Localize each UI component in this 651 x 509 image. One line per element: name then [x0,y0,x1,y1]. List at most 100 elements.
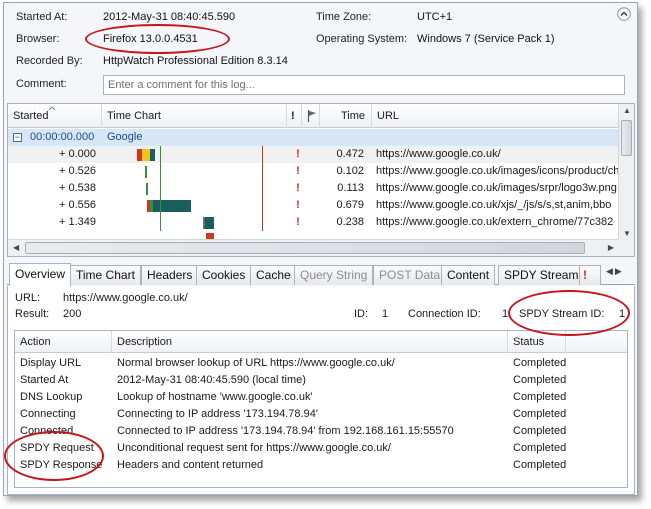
row-url: https://www.google.co.uk/extern_chrome/7… [376,216,614,228]
request-row[interactable]: + 0.526 ! 0.102 https://www.google.co.uk… [8,163,618,180]
row-start: + 0.556 [58,199,96,211]
page-load-line [262,197,263,214]
tab-overflow[interactable]: ! [579,265,601,285]
row-status: Completed [513,425,567,437]
tab-scroll-right-icon[interactable]: ▶ [615,266,622,276]
comment-label: Comment: [16,78,67,90]
spdy-stream-id-highlight-ellipse [508,290,630,336]
table-row[interactable]: Started At 2012-May-31 08:40:45.590 (loc… [15,372,627,389]
sort-ascending-icon [48,106,56,111]
time-chart-cell [102,146,281,163]
started-at-value: 2012-May-31 08:40:45.590 [103,11,236,23]
row-description: Unconditional request sent for https://w… [117,442,391,454]
flag-icon [307,110,316,122]
column-description[interactable]: Description [112,331,508,353]
row-description: Lookup of hostname 'www.google.co.uk' [117,391,313,403]
row-start: + 0.000 [58,148,96,160]
dom-loaded-line [160,180,161,197]
time-chart-cell [102,197,281,214]
tab-cookies[interactable]: Cookies [196,265,252,285]
time-chart-cell [102,214,281,231]
timing-bar-receive [150,149,155,161]
table-row[interactable]: SPDY Request Unconditional request sent … [15,440,627,457]
time-chart-cell [102,180,281,197]
tab-query-string[interactable]: Query String [294,265,374,285]
group-row-google[interactable]: − 00:00:00.000 Google [8,129,618,146]
collapse-icon[interactable]: − [13,133,22,142]
dom-loaded-line [160,197,161,214]
row-time: 0.472 [336,148,364,160]
url-label: URL: [15,292,41,304]
os-value: Windows 7 (Service Pack 1) [417,33,555,45]
row-description: Headers and content returned [117,459,264,471]
warning-icon: ! [296,165,300,177]
warning-icon: ! [296,199,300,211]
recorded-by-value: HttpWatch Professional Edition 8.3.14 [103,55,288,67]
column-started[interactable]: Started [8,104,102,128]
warning-icon: ! [296,148,300,160]
row-status: Completed [513,459,567,471]
tab-spdy-stream[interactable]: SPDY Stream [498,265,585,285]
row-url: https://www.google.co.uk/xjs/_/js/s/s,st… [376,199,612,211]
warning-tab-icon: ! [583,268,587,282]
spdy-actions-highlight-ellipse [4,431,104,481]
scroll-up-icon[interactable]: ▲ [623,106,631,115]
row-start: + 0.538 [58,182,96,194]
warning-icon: ! [296,182,300,194]
tab-headers[interactable]: Headers [141,265,199,285]
scroll-down-icon[interactable]: ▼ [623,229,631,238]
tab-scroll-arrows[interactable]: ◀ ▶ [606,266,630,282]
browser-highlight-ellipse [85,24,230,54]
column-time[interactable]: Time [320,104,372,128]
table-row[interactable]: SPDY Response Headers and content return… [15,457,627,474]
timing-bar-receive [153,200,191,212]
scroll-left-icon[interactable]: ◀ [13,243,19,252]
table-row[interactable]: Connected Connected to IP address '173.1… [15,423,627,440]
row-time: 0.238 [336,216,364,228]
time-zone-value: UTC+1 [417,11,453,23]
request-row[interactable]: + 1.349 ! 0.238 https://www.google.co.uk… [8,214,618,231]
column-time-chart[interactable]: Time Chart [102,104,287,128]
table-row[interactable]: Connecting Connecting to IP address '173… [15,406,627,423]
column-action[interactable]: Action [15,331,112,353]
tab-content[interactable]: Content [441,265,496,285]
grid-horizontal-scrollbar[interactable]: ◀ ▶ [8,239,618,256]
horizontal-scroll-thumb[interactable] [25,242,585,254]
table-row[interactable]: Display URL Normal browser lookup of URL… [15,355,627,372]
vertical-scroll-thumb[interactable] [621,120,632,156]
tab-post-data[interactable]: POST Data [373,265,447,285]
detail-tabs: Overview Time Chart Headers Cookies Cach… [7,263,635,286]
row-description: Connecting to IP address '173.194.78.94' [117,408,318,420]
row-url: https://www.google.co.uk/images/srpr/log… [376,182,617,194]
page-load-line [262,180,263,197]
tab-scroll-left-icon[interactable]: ◀ [606,266,613,276]
scroll-right-icon[interactable]: ▶ [608,243,614,252]
row-status: Completed [513,408,567,420]
dom-loaded-line [160,214,161,231]
tab-time-chart[interactable]: Time Chart [70,265,141,285]
request-grid: Started Time Chart ! Time URL − 00:00:00… [7,103,635,257]
group-name: Google [107,131,143,143]
chevron-up-icon[interactable] [617,7,631,21]
comment-input[interactable]: Enter a comment for this log... [103,75,625,95]
row-action: DNS Lookup [20,391,83,403]
request-row[interactable]: + 0.538 ! 0.113 https://www.google.co.uk… [8,180,618,197]
table-row[interactable]: DNS Lookup Lookup of hostname 'www.googl… [15,389,627,406]
result-value: 200 [63,308,82,320]
overview-table: Action Description Status Display URL No… [14,330,628,488]
column-url[interactable]: URL [372,104,620,128]
column-flag[interactable] [302,104,320,128]
tab-overview[interactable]: Overview [9,263,72,286]
column-started-label: Started [13,110,49,122]
request-row[interactable]: + 0.556 ! 0.679 https://www.google.co.uk… [8,197,618,214]
id-value: 1 [382,308,389,320]
timing-bar-receive [146,183,148,195]
column-warning[interactable]: ! [287,104,302,128]
timing-bar-receive [205,217,214,229]
row-status: Completed [513,442,567,454]
row-action: Display URL [20,357,82,369]
grid-vertical-scrollbar[interactable]: ▲ ▼ [618,104,634,240]
page-load-line [262,214,263,231]
request-row[interactable]: + 0.000 ! 0.472 https://www.google.co.uk… [8,146,618,163]
tab-cache[interactable]: Cache [250,265,297,285]
